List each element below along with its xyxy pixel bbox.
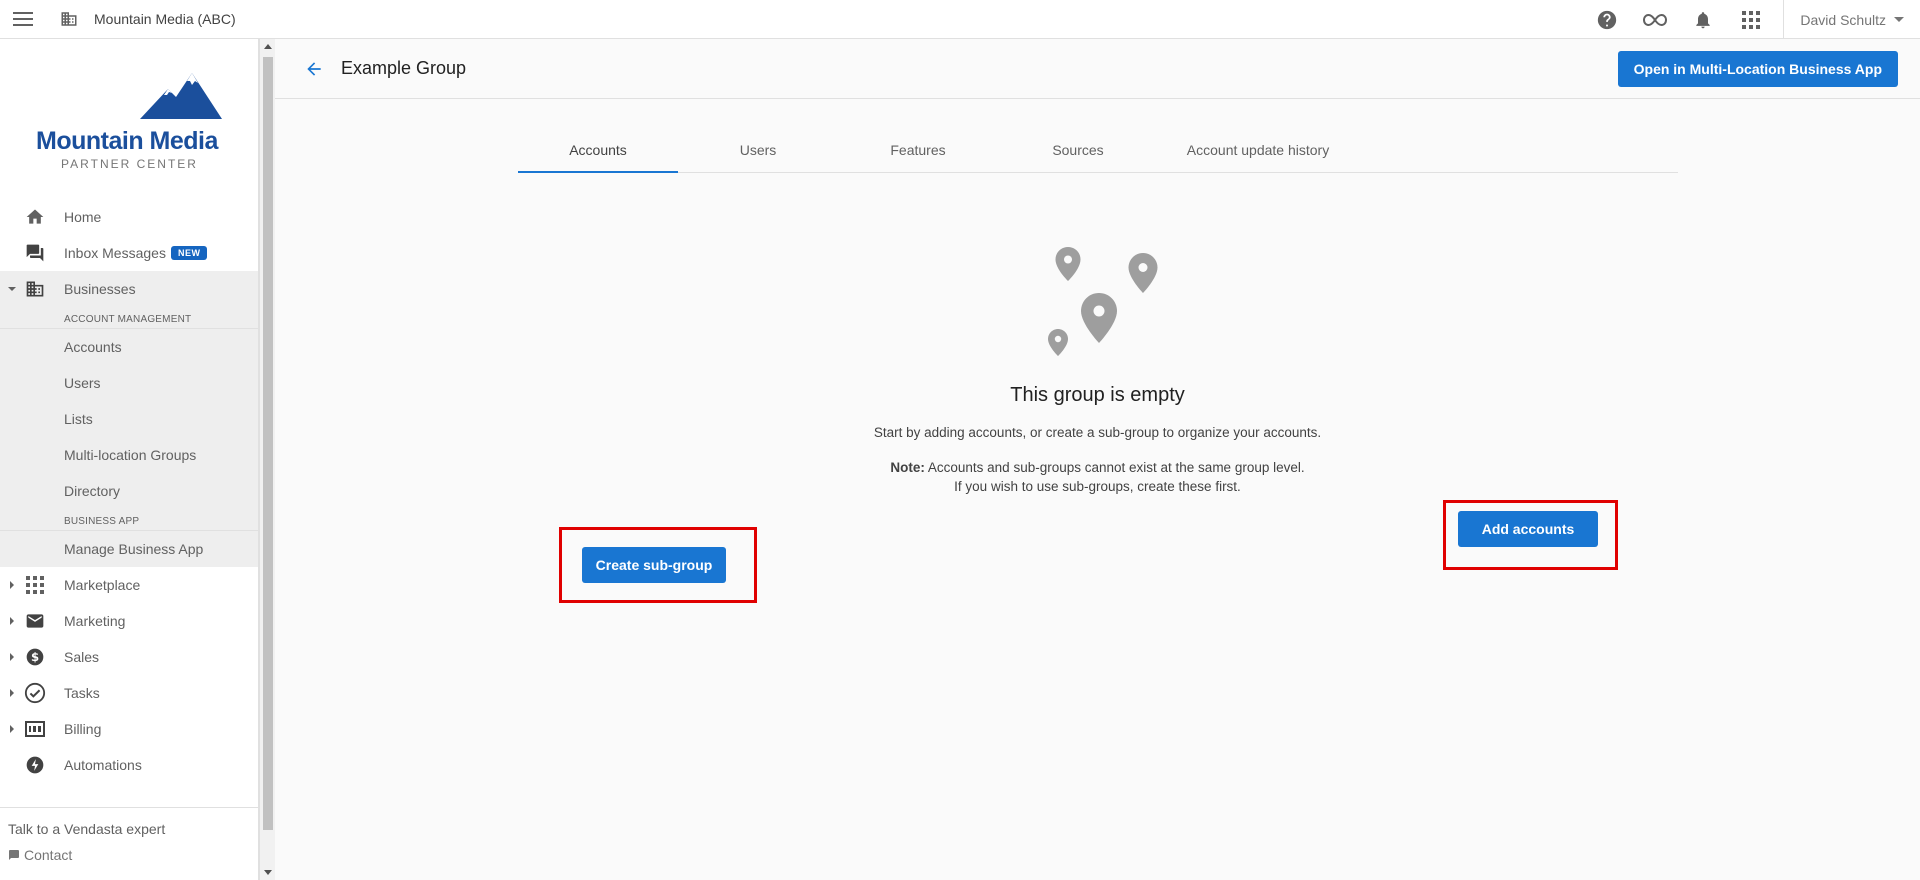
page-title: Example Group xyxy=(341,58,467,78)
building-icon xyxy=(24,278,46,300)
sidebar-item-label: Marketing xyxy=(64,613,126,629)
note-label: Note: xyxy=(890,460,925,475)
svg-text:$: $ xyxy=(31,650,39,664)
sidebar-scrollbar[interactable] xyxy=(259,39,275,880)
sidebar-subitem-directory[interactable]: Directory xyxy=(0,473,258,509)
grid-icon xyxy=(24,574,46,596)
open-multi-location-app-button[interactable]: Open in Multi-Location Business App xyxy=(1617,51,1898,87)
sidebar-item-automations[interactable]: Automations xyxy=(0,747,258,783)
sidebar-item-label: Businesses xyxy=(64,281,136,297)
contact-label: Contact xyxy=(24,847,73,863)
logo-text: Mountain Media xyxy=(36,127,218,155)
sidebar-item-billing[interactable]: Billing xyxy=(0,711,258,747)
mail-icon xyxy=(24,610,46,632)
note-line-2: If you wish to use sub-groups, create th… xyxy=(954,479,1241,494)
business-app-heading: BUSINESS APP xyxy=(0,509,258,531)
tab-account-update-history[interactable]: Account update history xyxy=(1158,127,1358,172)
billing-icon xyxy=(24,718,46,740)
tab-users[interactable]: Users xyxy=(678,127,838,172)
help-icon[interactable] xyxy=(1583,0,1631,39)
contact-link[interactable]: Contact xyxy=(8,847,72,863)
sidebar-item-home[interactable]: Home xyxy=(0,199,258,235)
building-icon xyxy=(58,8,80,30)
chevron-right-icon[interactable] xyxy=(0,639,24,675)
sidebar-nav: Home Inbox Messages NEW Businesses ACCOU… xyxy=(0,199,258,783)
sidebar-item-label: Automations xyxy=(64,757,142,773)
sidebar-subitem-accounts[interactable]: Accounts xyxy=(0,329,258,365)
sidebar-item-marketplace[interactable]: Marketplace xyxy=(0,567,258,603)
page-header: Example Group Open in Multi-Location Bus… xyxy=(275,39,1920,99)
tab-accounts[interactable]: Accounts xyxy=(518,127,678,173)
sidebar-footer: Talk to a Vendasta expert Contact xyxy=(0,807,258,880)
empty-state-title: This group is empty xyxy=(1010,384,1185,406)
talk-to-expert-label: Talk to a Vendasta expert xyxy=(8,821,166,837)
location-pins-icon xyxy=(1048,247,1158,356)
account-management-heading: ACCOUNT MANAGEMENT xyxy=(0,307,258,329)
user-name: David Schultz xyxy=(1800,11,1886,28)
logo: Mountain Media xyxy=(36,71,226,155)
check-circle-icon xyxy=(24,682,46,704)
sidebar-item-inbox-messages[interactable]: Inbox Messages NEW xyxy=(0,235,258,271)
note-line-1: Accounts and sub-groups cannot exist at … xyxy=(927,460,1305,475)
chevron-right-icon[interactable] xyxy=(0,675,24,711)
scroll-up-arrow-icon[interactable] xyxy=(264,44,272,49)
chat-bubble-icon xyxy=(8,849,20,861)
topbar-divider xyxy=(1783,0,1785,39)
empty-state-note: Note: Accounts and sub-groups cannot exi… xyxy=(275,458,1920,496)
top-app-bar: Mountain Media (ABC) David Schultz xyxy=(0,0,1920,39)
partner-center-label: PARTNER CENTER xyxy=(61,157,198,171)
add-accounts-button[interactable]: Add accounts xyxy=(1458,511,1598,547)
home-icon xyxy=(24,206,46,228)
hamburger-menu-icon[interactable] xyxy=(0,0,46,39)
user-menu[interactable]: David Schultz xyxy=(1800,12,1904,28)
sidebar: Mountain Media PARTNER CENTER Home Inbox… xyxy=(0,39,259,880)
main-content: Example Group Open in Multi-Location Bus… xyxy=(275,39,1920,880)
sidebar-item-label: Inbox Messages xyxy=(64,245,166,261)
bell-icon[interactable] xyxy=(1679,0,1727,39)
chevron-down-icon[interactable] xyxy=(0,271,24,307)
sidebar-item-tasks[interactable]: Tasks xyxy=(0,675,258,711)
bolt-icon xyxy=(24,754,46,776)
scrollbar-thumb[interactable] xyxy=(263,57,273,830)
chevron-down-icon xyxy=(1894,17,1904,22)
sidebar-item-sales[interactable]: $ Sales xyxy=(0,639,258,675)
chevron-right-icon[interactable] xyxy=(0,567,24,603)
sidebar-subitem-users[interactable]: Users xyxy=(0,365,258,401)
sidebar-item-label: Marketplace xyxy=(64,577,141,593)
businesses-submenu: ACCOUNT MANAGEMENT Accounts Users Lists … xyxy=(0,307,258,567)
new-badge: NEW xyxy=(170,246,208,260)
sidebar-subitem-manage-business-app[interactable]: Manage Business App xyxy=(0,531,258,567)
sidebar-subitem-lists[interactable]: Lists xyxy=(0,401,258,437)
infinity-icon[interactable] xyxy=(1631,0,1679,39)
sidebar-item-businesses[interactable]: Businesses xyxy=(0,271,258,307)
create-sub-group-button[interactable]: Create sub-group xyxy=(582,547,726,583)
tab-features[interactable]: Features xyxy=(838,127,998,172)
tab-sources[interactable]: Sources xyxy=(998,127,1158,172)
sidebar-item-marketing[interactable]: Marketing xyxy=(0,603,258,639)
chat-icon xyxy=(24,242,46,264)
dollar-icon: $ xyxy=(24,646,46,668)
empty-state-description: Start by adding accounts, or create a su… xyxy=(873,425,1322,440)
sidebar-item-label: Tasks xyxy=(64,685,100,701)
chevron-right-icon[interactable] xyxy=(0,603,24,639)
chevron-right-icon[interactable] xyxy=(0,711,24,747)
sidebar-item-label: Home xyxy=(64,209,102,225)
tab-bar: Accounts Users Features Sources Account … xyxy=(518,127,1678,173)
sidebar-item-label: Billing xyxy=(64,721,102,737)
back-arrow-icon[interactable] xyxy=(299,54,329,84)
sidebar-subitem-multi-location-groups[interactable]: Multi-location Groups xyxy=(0,437,258,473)
scroll-down-arrow-icon[interactable] xyxy=(264,870,272,875)
apps-grid-icon[interactable] xyxy=(1727,0,1775,39)
partner-name[interactable]: Mountain Media (ABC) xyxy=(94,11,236,27)
sidebar-item-label: Sales xyxy=(64,649,100,665)
